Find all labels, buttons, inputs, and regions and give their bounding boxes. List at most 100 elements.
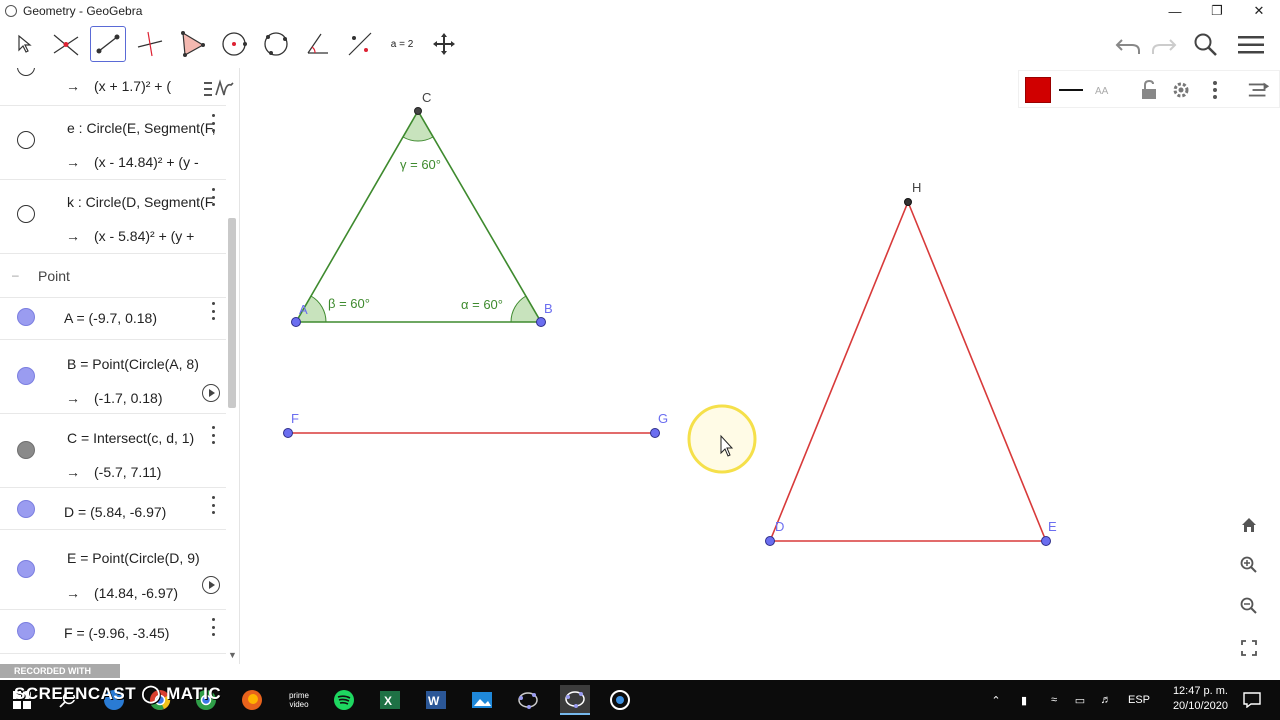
point-h[interactable] [904, 198, 912, 206]
label-style-icon[interactable]: AA [1093, 78, 1117, 102]
show-hidden-icons[interactable]: ⌃ [988, 694, 1004, 707]
redo-icon[interactable] [1148, 30, 1180, 60]
visibility-toggle[interactable] [17, 205, 35, 223]
angle-alpha-label: α = 60° [461, 297, 503, 312]
segment-eh[interactable] [907, 201, 1047, 542]
wifi-icon[interactable]: ≈ [1044, 694, 1064, 706]
line-style-icon[interactable] [1059, 78, 1083, 102]
point-e[interactable] [1041, 536, 1051, 546]
segment-ac[interactable] [295, 110, 419, 323]
point-tool[interactable] [48, 26, 84, 62]
section-header-point[interactable]: – Point [0, 254, 226, 298]
clock[interactable]: 12:47 p. m. 20/10/2020 [1173, 684, 1228, 714]
algebra-row-point-f[interactable]: F = (-9.96, -3.45) [0, 610, 226, 654]
point-b[interactable] [536, 317, 546, 327]
zoom-out-icon[interactable] [1237, 594, 1261, 618]
point-f[interactable] [283, 428, 293, 438]
excel-icon[interactable]: X [378, 688, 402, 712]
move-tool[interactable] [6, 26, 42, 62]
gear-icon[interactable] [1169, 78, 1193, 102]
algebra-definition: D = (5.84, -6.97) [64, 504, 167, 520]
home-icon[interactable] [1237, 513, 1261, 537]
more-options-icon[interactable] [210, 188, 216, 206]
visibility-toggle[interactable] [17, 308, 35, 326]
more-options-icon[interactable] [210, 618, 216, 636]
visibility-toggle[interactable] [17, 441, 35, 459]
play-animation-icon[interactable] [202, 576, 220, 594]
fullscreen-icon[interactable] [1237, 636, 1261, 660]
perpendicular-tool[interactable] [132, 26, 168, 62]
close-icon[interactable]: ✕ [1238, 0, 1280, 22]
label-d: D [775, 519, 784, 534]
more-options-icon[interactable] [210, 114, 216, 132]
search-icon[interactable] [1190, 30, 1222, 60]
point-a[interactable] [291, 317, 301, 327]
angle-tool[interactable] [300, 26, 336, 62]
spotify-icon[interactable] [332, 688, 356, 712]
algebra-row-point-c[interactable]: C = Intersect(c, d, 1) → (-5.7, 7.11) [0, 414, 226, 488]
graphics-view[interactable]: A B C F G D E H β = 60° α = 60° γ = 60° [248, 68, 1280, 664]
circle-three-points-tool[interactable] [258, 26, 294, 62]
algebra-row-point-d[interactable]: D = (5.84, -6.97) [0, 488, 226, 530]
circle-tool[interactable] [216, 26, 252, 62]
point-d[interactable] [765, 536, 775, 546]
obs-icon[interactable] [608, 688, 632, 712]
lock-icon[interactable] [1137, 78, 1161, 102]
scroll-down-icon[interactable]: ▼ [228, 650, 237, 660]
prime-video-icon[interactable]: prime video [286, 688, 312, 712]
segment-dh[interactable] [769, 201, 909, 542]
notifications-icon[interactable] [1240, 688, 1264, 712]
algebra-value: → (x - 5.84)² + (y + [66, 228, 195, 244]
language-indicator[interactable]: ESP [1128, 694, 1150, 706]
algebra-value: → (-5.7, 7.11) [66, 464, 162, 480]
algebra-row-circle-e[interactable]: e : Circle(E, Segment(F, → (x - 14.84)² +… [0, 106, 226, 180]
algebra-row-point-e[interactable]: E = Point(Circle(D, 9) → (14.84, -6.97) [0, 530, 226, 610]
algebra-row-point-b[interactable]: B = Point(Circle(A, 8) → (-1.7, 0.18) [0, 340, 226, 414]
algebra-definition: B = Point(Circle(A, 8) [67, 356, 199, 372]
more-options-icon[interactable] [210, 302, 216, 320]
algebra-row-circle-k[interactable]: k : Circle(D, Segment(F → (x - 5.84)² + (… [0, 180, 226, 254]
geogebra-icon[interactable] [560, 685, 590, 715]
word-icon[interactable]: W [424, 688, 448, 712]
minimize-icon[interactable]: — [1154, 0, 1196, 22]
algebra-settings-toggle[interactable] [200, 74, 238, 104]
polygon-tool[interactable] [174, 26, 210, 62]
point-c[interactable] [414, 107, 422, 115]
segment-tool[interactable] [90, 26, 126, 62]
slider-tool-label: a = 2 [390, 38, 414, 50]
more-options-icon[interactable] [210, 496, 216, 514]
battery-icon[interactable]: ▭ [1070, 694, 1090, 707]
visibility-toggle[interactable] [17, 560, 35, 578]
collapse-icon[interactable]: – [12, 268, 19, 282]
undo-icon[interactable] [1112, 30, 1144, 60]
point-g[interactable] [650, 428, 660, 438]
microphone-icon[interactable]: ▮ [1014, 694, 1034, 707]
visibility-toggle[interactable] [17, 68, 35, 76]
visibility-toggle[interactable] [17, 367, 35, 385]
angle-alpha-sector[interactable] [510, 295, 542, 323]
restore-icon[interactable]: ❐ [1196, 0, 1238, 22]
volume-icon[interactable]: ♬ [1096, 694, 1116, 706]
slider-tool[interactable]: a = 2 [384, 26, 420, 62]
play-animation-icon[interactable] [202, 384, 220, 402]
move-graphics-tool[interactable] [426, 26, 462, 62]
more-options-icon[interactable] [210, 426, 216, 444]
menu-icon[interactable] [1234, 30, 1268, 60]
visibility-toggle[interactable] [17, 500, 35, 518]
angle-gamma-sector[interactable] [402, 109, 434, 142]
toggle-style-bar-icon[interactable] [1247, 78, 1271, 102]
algebra-definition: E = Point(Circle(D, 9) [67, 550, 200, 566]
photos-icon[interactable] [470, 688, 494, 712]
algebra-scrollbar[interactable] [228, 218, 236, 408]
more-icon[interactable] [1203, 78, 1227, 102]
reflect-tool[interactable] [342, 26, 378, 62]
color-picker[interactable] [1025, 77, 1051, 103]
segment-bc[interactable] [417, 110, 542, 323]
visibility-toggle[interactable] [17, 131, 35, 149]
algebra-row-point-a[interactable]: A = (-9.7, 0.18) [0, 298, 226, 340]
visibility-toggle[interactable] [17, 622, 35, 640]
firefox-icon[interactable] [240, 688, 264, 712]
geogebra-classic-icon[interactable] [516, 688, 540, 712]
algebra-row-circle-c[interactable]: → (x + 1.7)² + ( [0, 68, 226, 106]
zoom-in-icon[interactable] [1237, 553, 1261, 577]
